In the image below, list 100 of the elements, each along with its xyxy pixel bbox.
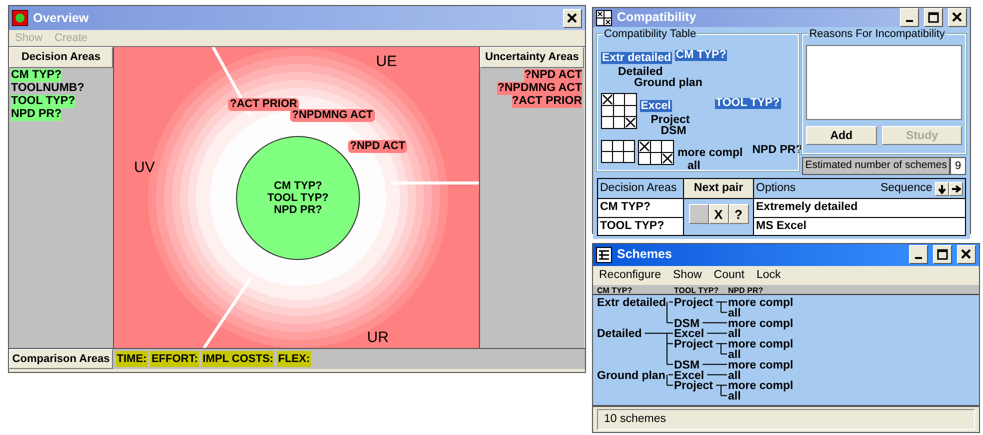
decision-area-item[interactable]: NPD PR? xyxy=(11,108,62,120)
window-title: Compatibility xyxy=(617,9,698,26)
option-label[interactable]: Excel xyxy=(640,100,672,112)
arrow-down-icon xyxy=(937,184,947,194)
grid-cell[interactable] xyxy=(614,94,624,106)
maximize-button[interactable] xyxy=(933,245,952,264)
scheme-node[interactable]: all xyxy=(728,328,741,340)
uncertainty-area-item[interactable]: ?NPD ACT xyxy=(524,68,582,82)
panel-header-button[interactable]: Decision Areas xyxy=(9,47,113,68)
close-button[interactable] xyxy=(957,245,976,264)
menu-item[interactable]: Reconfigure xyxy=(599,266,662,284)
estimate-value: 9 xyxy=(950,156,966,176)
option-label[interactable]: more compl xyxy=(676,146,744,158)
minimize-button[interactable] xyxy=(900,8,919,27)
reasons-field[interactable] xyxy=(806,45,962,120)
grid-cell[interactable] xyxy=(661,140,674,152)
menu-item[interactable]: Count xyxy=(714,266,744,284)
grid-cell[interactable] xyxy=(650,140,662,152)
tree-connector xyxy=(702,322,728,324)
scheme-node[interactable]: Detailed xyxy=(597,328,642,340)
option-label[interactable]: Ground plan xyxy=(633,78,704,88)
option-label[interactable]: all xyxy=(686,161,702,172)
maximize-button[interactable] xyxy=(924,8,943,27)
option-label[interactable]: DSM xyxy=(660,126,688,137)
decision-area-item[interactable]: CM TYP? xyxy=(11,68,62,82)
grid-cell[interactable] xyxy=(602,151,612,162)
scheme-node[interactable]: more compl xyxy=(728,380,794,392)
option-label[interactable]: Detailed xyxy=(617,66,664,78)
focus-area-label: TOOL TYP? xyxy=(267,192,329,204)
close-icon xyxy=(952,12,963,23)
sector-label: UE xyxy=(376,52,397,72)
minimize-icon xyxy=(906,20,913,22)
scheme-node[interactable]: all xyxy=(728,370,741,382)
grid-cell[interactable] xyxy=(602,94,614,106)
column-header: Decision Areas xyxy=(598,178,684,199)
minimize-icon xyxy=(915,257,922,260)
scheme-node[interactable]: more compl xyxy=(728,318,794,330)
grid-cell[interactable] xyxy=(638,140,650,152)
tree-connector xyxy=(706,374,728,376)
grid-cell[interactable] xyxy=(612,140,624,151)
menu-item[interactable]: Show xyxy=(673,266,702,284)
scheme-node[interactable]: all xyxy=(728,348,741,361)
comparison-area-item[interactable]: EFFORT: xyxy=(150,350,199,368)
scheme-node[interactable]: DSM xyxy=(674,359,700,372)
panel-header-button[interactable]: Comparison Areas xyxy=(9,349,113,369)
group-title: Reasons For Incompatibility xyxy=(808,29,946,40)
pair-button[interactable]: ? xyxy=(728,204,748,224)
menu-item[interactable]: Lock xyxy=(756,266,781,284)
tree-connector xyxy=(716,301,728,313)
scheme-node[interactable]: Project xyxy=(674,380,713,392)
tree-connector xyxy=(716,384,728,396)
table-cell: MS Excel xyxy=(754,217,966,236)
sector-label: UV xyxy=(134,158,155,178)
option-label[interactable]: Extr detailed xyxy=(601,52,672,64)
action-button[interactable]: Add xyxy=(806,126,877,144)
grid-cell[interactable] xyxy=(638,152,650,164)
option-label[interactable]: Project xyxy=(650,114,691,126)
list-icon xyxy=(596,246,612,263)
sequence-button[interactable] xyxy=(949,182,963,196)
grid-cell[interactable] xyxy=(624,94,636,106)
scheme-node[interactable]: Extr detailed xyxy=(597,296,666,309)
decision-area-label[interactable]: CM TYP? xyxy=(674,50,728,61)
scheme-node[interactable]: Excel xyxy=(674,370,704,382)
uncertainty-label[interactable]: ?ACT PRIOR xyxy=(228,98,300,111)
comparison-area-item[interactable]: IMPL COSTS: xyxy=(202,350,274,368)
blank-button[interactable] xyxy=(688,204,708,224)
cross-icon xyxy=(638,140,650,152)
comparison-area-item[interactable]: FLEX: xyxy=(277,350,311,368)
close-button[interactable] xyxy=(563,8,582,28)
scheme-node[interactable]: Project xyxy=(674,338,713,350)
grid-cell[interactable] xyxy=(602,106,614,117)
sequence-button[interactable] xyxy=(935,182,949,196)
scheme-node[interactable]: Excel xyxy=(674,328,704,340)
column-header: Options xyxy=(756,181,797,196)
scheme-node[interactable]: Project xyxy=(674,296,713,309)
scheme-node[interactable]: all xyxy=(728,307,741,320)
scheme-node[interactable]: more compl xyxy=(728,296,794,309)
minimize-button[interactable] xyxy=(909,245,928,264)
arrow-right-icon xyxy=(951,184,961,194)
column-header: NPD PR? xyxy=(728,284,764,297)
grid-cell[interactable] xyxy=(602,140,612,151)
scheme-node[interactable]: Ground plan xyxy=(597,370,666,382)
uncertainty-area-item[interactable]: ?ACT PRIOR xyxy=(512,94,582,108)
uncertainty-area-item[interactable]: ?NPDMNG ACT xyxy=(497,82,582,94)
uncertainty-label[interactable]: ?NPDMNG ACT xyxy=(290,109,375,122)
app-icon xyxy=(12,10,28,26)
grid-cell[interactable] xyxy=(624,140,634,151)
scheme-node[interactable]: more compl xyxy=(728,338,794,350)
decision-area-label[interactable]: TOOL TYP? xyxy=(714,98,781,110)
uncertainty-label[interactable]: ?NPD ACT xyxy=(348,140,408,153)
grid-cell[interactable] xyxy=(602,116,614,129)
decision-area-item[interactable]: TOOL TYP? xyxy=(11,94,76,108)
scheme-node[interactable]: more compl xyxy=(728,359,794,372)
scheme-node[interactable]: DSM xyxy=(674,318,700,330)
panel-header-button[interactable]: Uncertainty Areas xyxy=(480,47,584,68)
close-button[interactable] xyxy=(948,8,967,27)
scheme-node[interactable]: all xyxy=(728,390,741,402)
pair-button[interactable]: X xyxy=(708,204,728,224)
decision-area-item[interactable]: TOOLNUMB? xyxy=(11,82,84,94)
comparison-area-item[interactable]: TIME: xyxy=(116,350,148,368)
